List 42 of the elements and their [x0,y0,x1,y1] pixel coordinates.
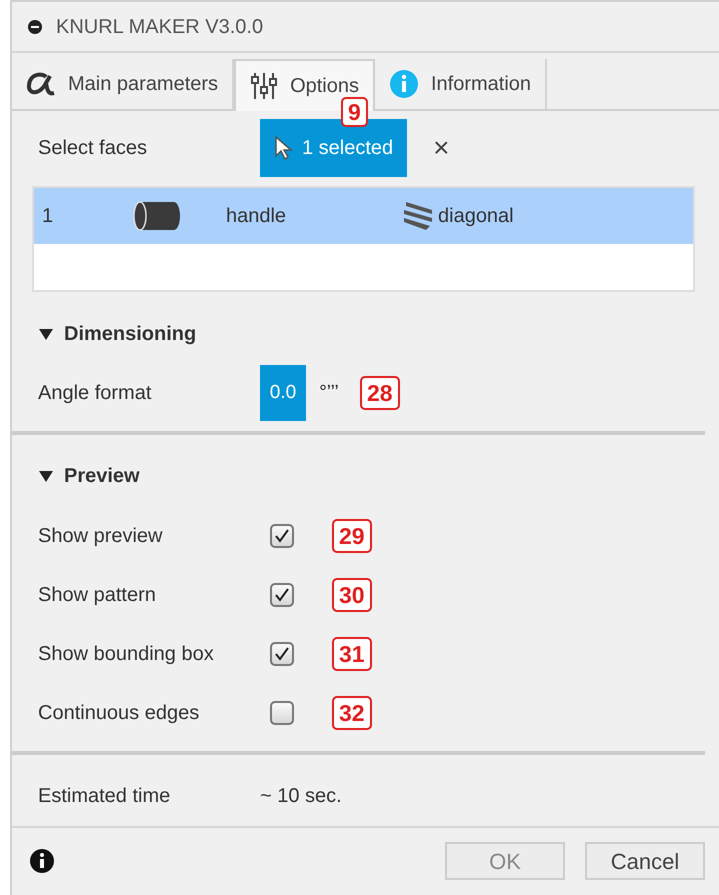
diagonal-pattern-icon [402,200,434,232]
field-label: Angle format [38,381,152,406]
format-option[interactable]: °’’’ [306,365,352,422]
cylinder-icon [132,200,180,231]
callout-number: 28 [360,376,400,410]
field-label: Estimated time [38,784,172,810]
expanded-arrow-icon [38,469,54,484]
field-label: Continuous edges [38,701,200,726]
window-title: KNURL MAKER V3.0.0 [56,14,264,40]
check-icon [274,586,290,603]
sliders-icon [250,70,278,101]
cursor-icon [274,135,294,162]
info-icon [389,68,419,99]
row-number: 1 [42,204,54,229]
info-icon[interactable] [30,849,54,874]
list-row[interactable]: 1 handle diagonal [34,188,693,244]
callout-number: 32 [332,696,372,730]
expanded-arrow-icon [38,327,54,342]
cancel-button[interactable]: Cancel [585,842,705,880]
checkbox[interactable] [270,582,294,607]
callout-number: 30 [332,578,372,612]
field-label: Show pattern [38,582,157,608]
field-label: Show preview [38,524,164,549]
face-name: handle [226,204,288,229]
collapse-icon[interactable] [28,20,42,34]
check-icon [274,528,290,544]
checkbox[interactable] [270,701,294,726]
pattern-name: diagonal [438,204,514,229]
field-label: Select faces [38,136,148,162]
section-header[interactable]: Preview [12,446,719,506]
callout-number: 29 [332,518,372,553]
check-icon [274,646,290,662]
section-header[interactable]: Dimensioning [12,304,719,364]
callout-number: 31 [332,636,372,671]
alpha-icon [26,70,56,97]
tab[interactable]: Information [375,59,548,109]
checkbox[interactable] [270,642,294,666]
field-label: Show bounding box [38,642,215,667]
checkbox[interactable] [270,524,294,548]
estimate-value: ~ 10 sec. [260,784,342,810]
clear-button[interactable]: × [427,126,456,170]
callout-number: 9 [341,97,368,128]
